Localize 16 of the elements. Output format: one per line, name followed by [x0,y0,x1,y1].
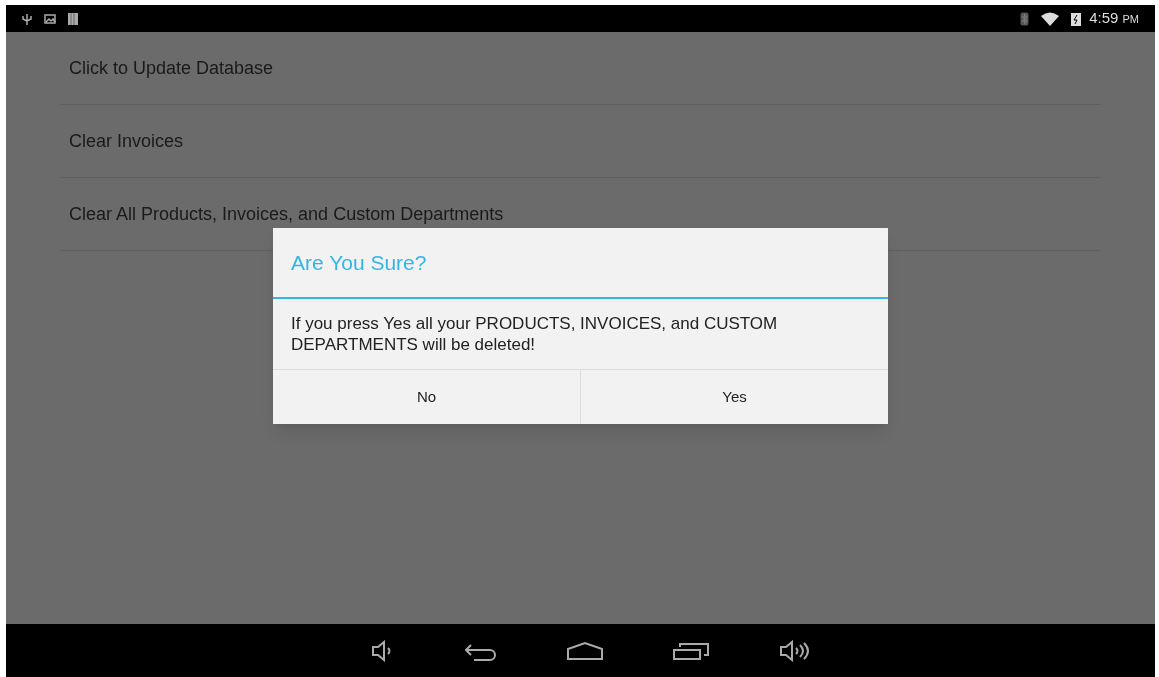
settings-item[interactable]: Click to Update Database [69,54,274,82]
settings-item[interactable]: Clear Invoices [69,127,184,155]
volume-up-icon[interactable] [778,639,811,662]
status-time: 4:59 PM [1089,8,1139,29]
dialog-message: If you press Yes all your PRODUCTS, INVOICES, and CUSTOM DEPARTMENTS will be deleted! [291,313,779,355]
battery-icon [1071,11,1082,26]
usb-icon [22,12,32,25]
settings-item[interactable]: Clear All Products, Invoices, and Custom Departments [69,200,504,228]
recent-apps-icon[interactable] [672,640,709,661]
home-icon[interactable] [566,640,603,661]
wifi-icon [1041,11,1060,26]
dialog-button[interactable]: Yes [580,370,888,424]
barcode-icon [68,12,78,25]
image-icon [44,13,56,24]
dialog-button[interactable]: No [273,370,580,424]
dialog-title: Are You Sure? [291,249,427,276]
